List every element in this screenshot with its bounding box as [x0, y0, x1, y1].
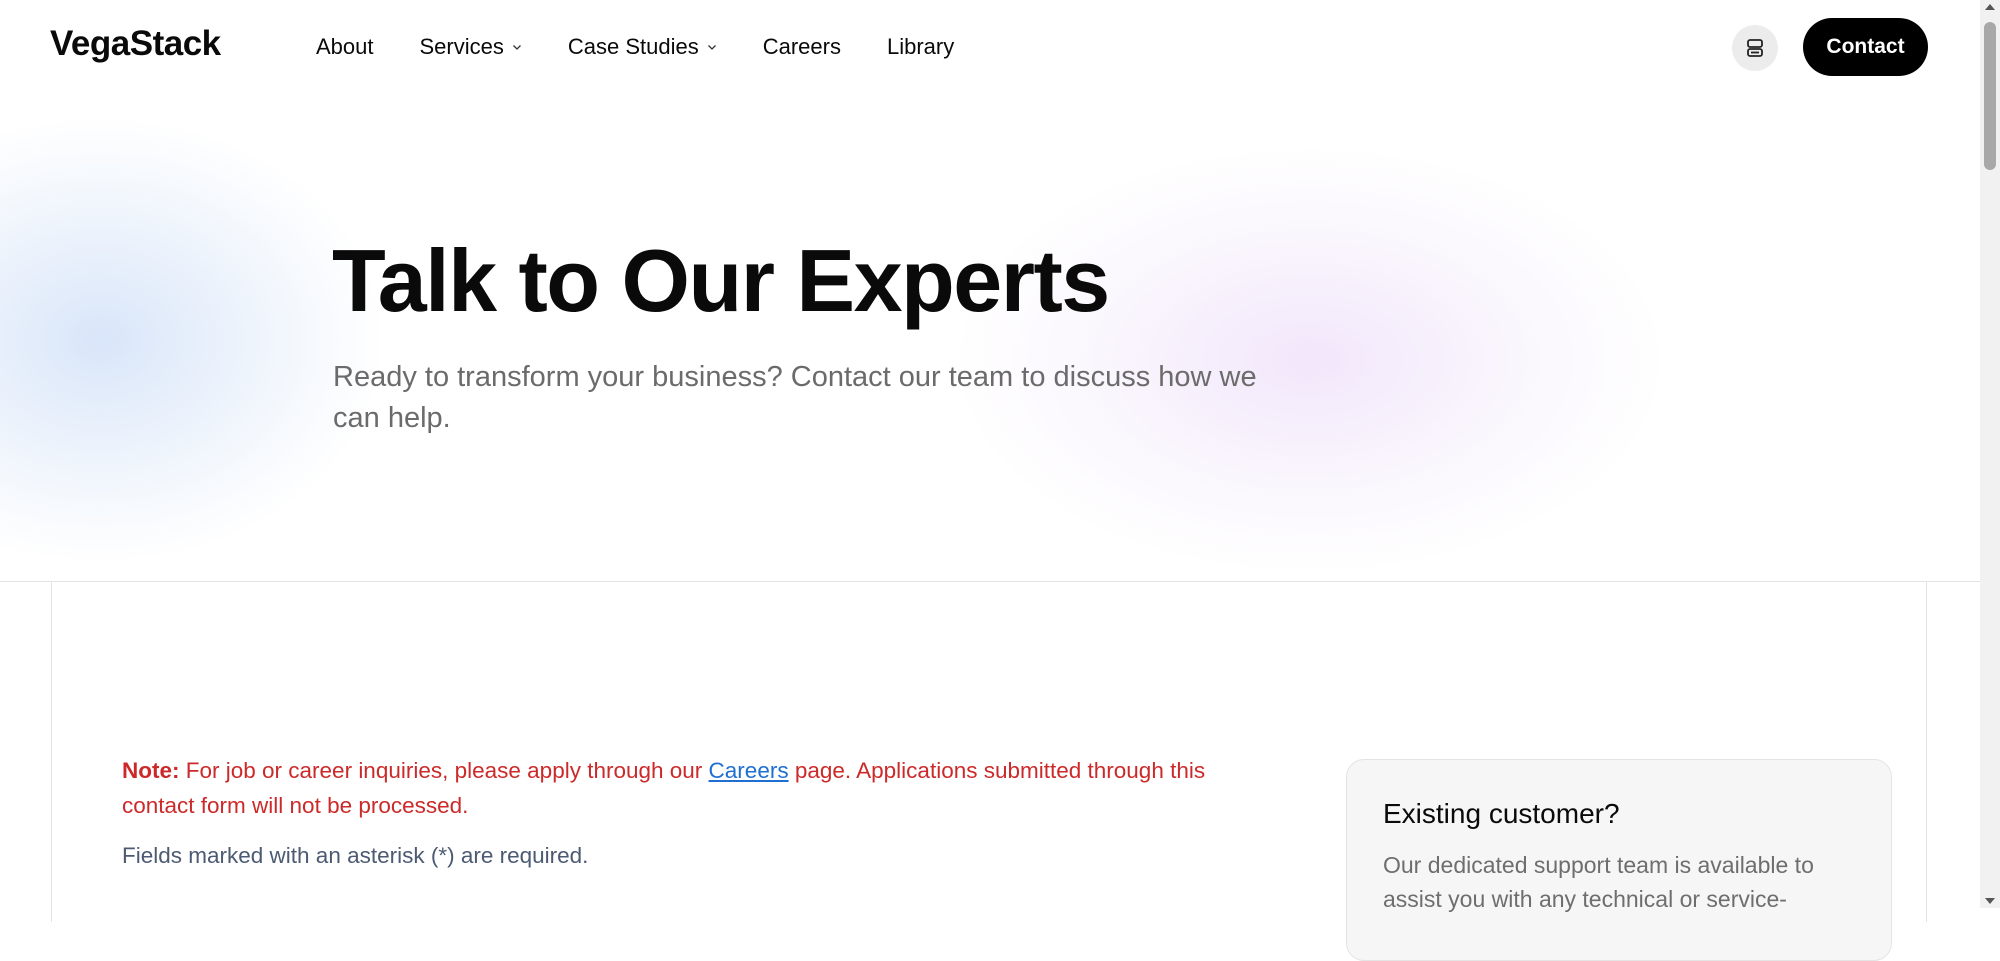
page-title: Talk to Our Experts — [332, 231, 1110, 330]
nav-item-case-studies[interactable]: Case Studies — [568, 34, 717, 60]
existing-customer-card: Existing customer? Our dedicated support… — [1346, 759, 1892, 961]
card-title: Existing customer? — [1383, 798, 1620, 829]
nav-item-library[interactable]: Library — [887, 34, 954, 60]
nav-label: About — [316, 34, 374, 59]
theme-toggle-button[interactable] — [1732, 25, 1778, 71]
chevron-down-icon — [512, 45, 521, 50]
career-note: Note: For job or career inquiries, pleas… — [122, 753, 1242, 823]
chevron-down-icon — [707, 45, 716, 50]
scrollbar-thumb[interactable] — [1984, 22, 1996, 170]
scroll-down-arrow-icon[interactable] — [1985, 898, 1995, 904]
nav-label: Services — [419, 34, 504, 59]
page-subtitle: Ready to transform your business? Contac… — [333, 361, 1257, 434]
nav-label: Careers — [762, 34, 841, 59]
careers-link[interactable]: Careers — [709, 758, 789, 783]
required-fields-note: Fields marked with an asterisk (*) are r… — [122, 843, 589, 868]
nav-item-careers[interactable]: Careers — [763, 34, 841, 60]
nav-label: Case Studies — [567, 34, 699, 59]
contact-button[interactable]: Contact — [1803, 18, 1928, 76]
nav-item-about[interactable]: About — [316, 34, 374, 60]
site-logo[interactable]: VegaStack — [50, 24, 221, 64]
site-header: VegaStack About Services Case Studies Ca… — [0, 0, 1980, 94]
main-nav: About Services Case Studies Careers Libr… — [316, 34, 1000, 60]
page-scrollbar[interactable] — [1980, 0, 2000, 908]
nav-label: Library — [886, 34, 955, 59]
nav-item-services[interactable]: Services — [420, 34, 522, 60]
theme-toggle-icon — [1747, 39, 1763, 57]
note-label: Note: — [122, 758, 180, 783]
scroll-up-arrow-icon[interactable] — [1985, 4, 1995, 10]
card-text: Our dedicated support team is available … — [1383, 852, 1814, 912]
hero-gradient-left — [0, 120, 380, 560]
note-text-before: For job or career inquiries, please appl… — [179, 758, 709, 783]
